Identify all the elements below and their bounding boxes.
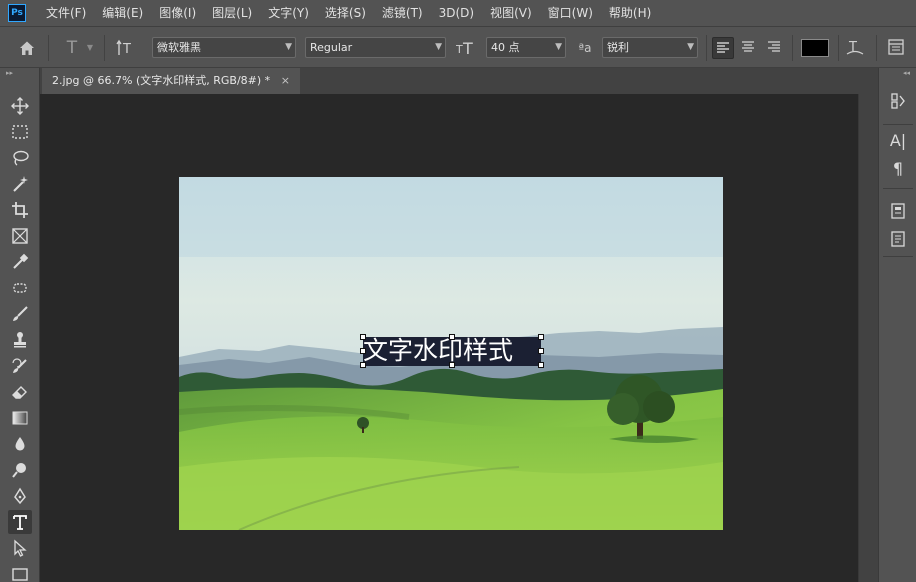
menu-help[interactable]: 帮助(H) xyxy=(601,0,659,26)
collapse-icon[interactable]: ◂◂ xyxy=(903,68,910,78)
magic-wand-tool-icon[interactable] xyxy=(8,172,32,196)
healing-brush-tool-icon[interactable] xyxy=(8,276,32,300)
chevron-down-icon: ▼ xyxy=(435,42,442,52)
separator xyxy=(883,256,913,257)
chevron-down-icon[interactable]: ▼ xyxy=(84,37,96,59)
history-panel-icon[interactable] xyxy=(887,90,909,112)
home-icon[interactable] xyxy=(16,37,38,59)
chevron-down-icon: ▼ xyxy=(285,42,292,52)
watermark-text[interactable]: 文字水印样式 xyxy=(363,337,513,365)
frame-tool-icon[interactable] xyxy=(8,224,32,248)
align-right-icon xyxy=(768,41,780,52)
clone-stamp-tool-icon[interactable] xyxy=(8,328,32,352)
separator xyxy=(792,35,793,61)
type-tool-preset-icon[interactable]: T xyxy=(60,37,84,59)
move-tool-icon[interactable] xyxy=(8,94,32,118)
align-left-button[interactable] xyxy=(712,37,734,59)
options-bar: T ▼ T 微软雅黑 ▼ Regular ▼ TT 40 点 ▼ ªa 锐利 ▼… xyxy=(0,26,916,68)
font-size-value: 40 点 xyxy=(491,41,520,54)
separator xyxy=(883,188,913,189)
menu-layer[interactable]: 图层(L) xyxy=(204,0,260,26)
menu-type[interactable]: 文字(Y) xyxy=(260,0,317,26)
brush-tool-icon[interactable] xyxy=(8,302,32,326)
align-center-button[interactable] xyxy=(738,37,760,59)
transform-handle[interactable] xyxy=(360,334,366,340)
menu-select[interactable]: 选择(S) xyxy=(317,0,374,26)
separator xyxy=(48,35,49,61)
blur-tool-icon[interactable] xyxy=(8,432,32,456)
document-tab[interactable]: 2.jpg @ 66.7% (文字水印样式, RGB/8#) * × xyxy=(42,68,300,94)
document-tab-bar: 2.jpg @ 66.7% (文字水印样式, RGB/8#) * × xyxy=(40,68,878,94)
vertical-scrollbar[interactable] xyxy=(858,94,878,582)
font-style-select[interactable]: Regular ▼ xyxy=(305,37,446,58)
menu-view[interactable]: 视图(V) xyxy=(482,0,540,26)
antialiasing-icon: ªa xyxy=(578,41,592,55)
eyedropper-tool-icon[interactable] xyxy=(8,250,32,274)
transform-handle[interactable] xyxy=(538,348,544,354)
svg-text:T: T xyxy=(456,43,463,56)
transform-handle[interactable] xyxy=(360,348,366,354)
align-right-button[interactable] xyxy=(764,37,786,59)
menu-image[interactable]: 图像(I) xyxy=(151,0,204,26)
font-size-input[interactable]: 40 点 ▼ xyxy=(486,37,566,58)
dodge-tool-icon[interactable] xyxy=(8,458,32,482)
crop-tool-icon[interactable] xyxy=(8,198,32,222)
transform-handle[interactable] xyxy=(449,362,455,368)
menu-window[interactable]: 窗口(W) xyxy=(540,0,601,26)
font-family-value: 微软雅黑 xyxy=(157,41,201,54)
photoshop-logo: Ps xyxy=(8,4,26,22)
type-tool-icon[interactable] xyxy=(8,510,32,534)
chevron-down-icon: ▼ xyxy=(687,42,694,52)
close-icon[interactable]: × xyxy=(281,68,290,94)
separator xyxy=(104,35,105,61)
transform-handle[interactable] xyxy=(538,362,544,368)
svg-text:T: T xyxy=(122,42,131,57)
menu-file[interactable]: 文件(F) xyxy=(38,0,94,26)
marquee-tool-icon[interactable] xyxy=(8,120,32,144)
history-brush-tool-icon[interactable] xyxy=(8,354,32,378)
rectangle-tool-icon[interactable] xyxy=(8,562,32,582)
eraser-tool-icon[interactable] xyxy=(8,380,32,404)
notes-panel-icon[interactable] xyxy=(887,228,909,250)
character-panel-icon xyxy=(888,39,904,55)
glyphs-panel-icon[interactable] xyxy=(887,200,909,222)
menu-bar: Ps 文件(F) 编辑(E) 图像(I) 图层(L) 文字(Y) 选择(S) 滤… xyxy=(0,0,916,26)
font-style-value: Regular xyxy=(310,41,353,54)
pen-tool-icon[interactable] xyxy=(8,484,32,508)
chevron-down-icon: ▼ xyxy=(555,42,562,52)
menu-3d[interactable]: 3D(D) xyxy=(431,0,482,26)
menu-edit[interactable]: 编辑(E) xyxy=(94,0,151,26)
separator xyxy=(706,35,707,61)
transform-handle[interactable] xyxy=(360,362,366,368)
antialias-select[interactable]: 锐利 ▼ xyxy=(602,37,698,58)
separator xyxy=(838,35,839,61)
menu-filter[interactable]: 滤镜(T) xyxy=(374,0,431,26)
character-panel-button[interactable] xyxy=(886,37,908,59)
character-panel-icon[interactable]: A| xyxy=(887,130,909,152)
lasso-tool-icon[interactable] xyxy=(8,146,32,170)
text-orientation-icon[interactable]: T xyxy=(114,37,138,59)
svg-text:T: T xyxy=(462,39,473,58)
transform-handle[interactable] xyxy=(538,334,544,340)
gradient-tool-icon[interactable] xyxy=(8,406,32,430)
align-center-icon xyxy=(742,41,754,52)
warp-text-icon: T xyxy=(846,40,864,55)
paragraph-panel-icon[interactable]: ¶ xyxy=(887,158,909,180)
warp-text-button[interactable]: T xyxy=(844,37,866,59)
separator xyxy=(876,35,877,61)
font-size-icon: TT xyxy=(455,37,479,59)
transform-handle[interactable] xyxy=(449,334,455,340)
align-left-icon xyxy=(717,42,729,53)
text-color-swatch[interactable] xyxy=(801,39,829,57)
font-family-select[interactable]: 微软雅黑 ▼ xyxy=(152,37,296,58)
tools-panel: ▸▸ xyxy=(0,68,40,582)
right-panel-dock: ◂◂ A| ¶ xyxy=(878,68,916,582)
path-selection-tool-icon[interactable] xyxy=(8,536,32,560)
document-tab-title: 2.jpg @ 66.7% (文字水印样式, RGB/8#) * xyxy=(52,74,271,87)
collapse-icon[interactable]: ▸▸ xyxy=(6,68,13,78)
antialias-value: 锐利 xyxy=(607,41,629,54)
separator xyxy=(883,124,913,125)
